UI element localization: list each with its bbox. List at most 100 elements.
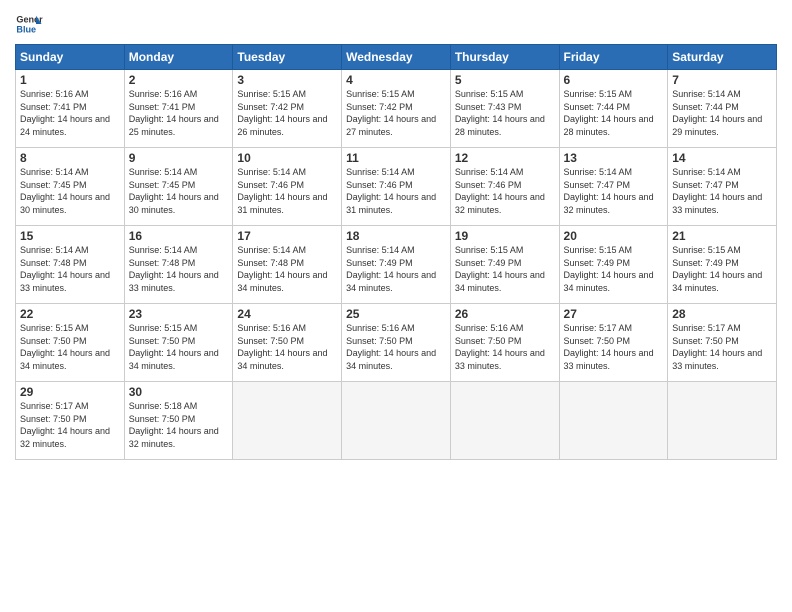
calendar-cell	[450, 382, 559, 460]
calendar-cell: 21Sunrise: 5:15 AMSunset: 7:49 PMDayligh…	[668, 226, 777, 304]
calendar-cell: 10Sunrise: 5:14 AMSunset: 7:46 PMDayligh…	[233, 148, 342, 226]
calendar-cell	[559, 382, 668, 460]
calendar-cell: 29Sunrise: 5:17 AMSunset: 7:50 PMDayligh…	[16, 382, 125, 460]
calendar-cell: 26Sunrise: 5:16 AMSunset: 7:50 PMDayligh…	[450, 304, 559, 382]
day-info: Sunrise: 5:15 AMSunset: 7:50 PMDaylight:…	[20, 322, 120, 372]
calendar-week-4: 22Sunrise: 5:15 AMSunset: 7:50 PMDayligh…	[16, 304, 777, 382]
calendar-week-3: 15Sunrise: 5:14 AMSunset: 7:48 PMDayligh…	[16, 226, 777, 304]
day-number: 17	[237, 229, 337, 243]
day-info: Sunrise: 5:17 AMSunset: 7:50 PMDaylight:…	[564, 322, 664, 372]
calendar-cell: 22Sunrise: 5:15 AMSunset: 7:50 PMDayligh…	[16, 304, 125, 382]
calendar-cell: 7Sunrise: 5:14 AMSunset: 7:44 PMDaylight…	[668, 70, 777, 148]
day-info: Sunrise: 5:15 AMSunset: 7:50 PMDaylight:…	[129, 322, 229, 372]
calendar-cell	[233, 382, 342, 460]
day-info: Sunrise: 5:15 AMSunset: 7:49 PMDaylight:…	[672, 244, 772, 294]
day-number: 1	[20, 73, 120, 87]
calendar-cell: 8Sunrise: 5:14 AMSunset: 7:45 PMDaylight…	[16, 148, 125, 226]
calendar-cell: 1Sunrise: 5:16 AMSunset: 7:41 PMDaylight…	[16, 70, 125, 148]
calendar-cell	[342, 382, 451, 460]
calendar-cell	[668, 382, 777, 460]
calendar-cell: 2Sunrise: 5:16 AMSunset: 7:41 PMDaylight…	[124, 70, 233, 148]
calendar-cell: 23Sunrise: 5:15 AMSunset: 7:50 PMDayligh…	[124, 304, 233, 382]
calendar-week-1: 1 Sunrise: 5:16 AMSunset: 7:41 PMDaylight…	[16, 70, 777, 148]
calendar-cell: 14Sunrise: 5:14 AMSunset: 7:47 PMDayligh…	[668, 148, 777, 226]
calendar-cell: 19Sunrise: 5:15 AMSunset: 7:49 PMDayligh…	[450, 226, 559, 304]
day-info: Sunrise: 5:16 AMSunset: 7:50 PMDaylight:…	[237, 322, 337, 372]
calendar-cell: 12Sunrise: 5:14 AMSunset: 7:46 PMDayligh…	[450, 148, 559, 226]
header-row: SundayMondayTuesdayWednesdayThursdayFrid…	[16, 45, 777, 70]
svg-text:Blue: Blue	[16, 24, 36, 34]
calendar-week-5: 29Sunrise: 5:17 AMSunset: 7:50 PMDayligh…	[16, 382, 777, 460]
day-number: 30	[129, 385, 229, 399]
day-number: 13	[564, 151, 664, 165]
day-number: 14	[672, 151, 772, 165]
day-number: 11	[346, 151, 446, 165]
header-cell-sunday: Sunday	[16, 45, 125, 70]
day-info: Sunrise: 5:14 AMSunset: 7:48 PMDaylight:…	[20, 244, 120, 294]
calendar-cell: 24Sunrise: 5:16 AMSunset: 7:50 PMDayligh…	[233, 304, 342, 382]
day-info: Sunrise: 5:14 AMSunset: 7:47 PMDaylight:…	[564, 166, 664, 216]
day-info: Sunrise: 5:15 AMSunset: 7:43 PMDaylight:…	[455, 88, 555, 138]
day-info: Sunrise: 5:15 AMSunset: 7:49 PMDaylight:…	[564, 244, 664, 294]
calendar-cell: 3Sunrise: 5:15 AMSunset: 7:42 PMDaylight…	[233, 70, 342, 148]
day-number: 21	[672, 229, 772, 243]
day-number: 20	[564, 229, 664, 243]
day-info: Sunrise: 5:15 AMSunset: 7:44 PMDaylight:…	[564, 88, 664, 138]
day-number: 9	[129, 151, 229, 165]
day-number: 19	[455, 229, 555, 243]
day-info: Sunrise: 5:14 AMSunset: 7:45 PMDaylight:…	[129, 166, 229, 216]
day-info: Sunrise: 5:14 AMSunset: 7:48 PMDaylight:…	[129, 244, 229, 294]
calendar-cell: 28Sunrise: 5:17 AMSunset: 7:50 PMDayligh…	[668, 304, 777, 382]
calendar-cell: 16Sunrise: 5:14 AMSunset: 7:48 PMDayligh…	[124, 226, 233, 304]
calendar-cell: 25Sunrise: 5:16 AMSunset: 7:50 PMDayligh…	[342, 304, 451, 382]
day-number: 12	[455, 151, 555, 165]
day-info: Sunrise: 5:14 AMSunset: 7:45 PMDaylight:…	[20, 166, 120, 216]
calendar-cell: 30Sunrise: 5:18 AMSunset: 7:50 PMDayligh…	[124, 382, 233, 460]
day-info: Sunrise: 5:14 AMSunset: 7:47 PMDaylight:…	[672, 166, 772, 216]
calendar-cell: 20Sunrise: 5:15 AMSunset: 7:49 PMDayligh…	[559, 226, 668, 304]
day-number: 4	[346, 73, 446, 87]
calendar-cell: 11Sunrise: 5:14 AMSunset: 7:46 PMDayligh…	[342, 148, 451, 226]
day-info: Sunrise: 5:16 AMSunset: 7:50 PMDaylight:…	[346, 322, 446, 372]
header: General Blue	[15, 10, 777, 38]
day-number: 16	[129, 229, 229, 243]
header-cell-tuesday: Tuesday	[233, 45, 342, 70]
header-cell-thursday: Thursday	[450, 45, 559, 70]
day-number: 7	[672, 73, 772, 87]
logo-icon: General Blue	[15, 10, 43, 38]
day-number: 3	[237, 73, 337, 87]
day-number: 6	[564, 73, 664, 87]
calendar-cell: 9Sunrise: 5:14 AMSunset: 7:45 PMDaylight…	[124, 148, 233, 226]
day-number: 5	[455, 73, 555, 87]
day-number: 18	[346, 229, 446, 243]
calendar-cell: 18Sunrise: 5:14 AMSunset: 7:49 PMDayligh…	[342, 226, 451, 304]
day-info: Sunrise: 5:17 AMSunset: 7:50 PMDaylight:…	[20, 400, 120, 450]
day-info: Sunrise: 5:16 AMSunset: 7:41 PMDaylight:…	[129, 88, 229, 138]
day-info: Sunrise: 5:15 AMSunset: 7:49 PMDaylight:…	[455, 244, 555, 294]
day-number: 15	[20, 229, 120, 243]
day-number: 27	[564, 307, 664, 321]
calendar-cell: 27Sunrise: 5:17 AMSunset: 7:50 PMDayligh…	[559, 304, 668, 382]
day-info: Sunrise: 5:14 AMSunset: 7:46 PMDaylight:…	[455, 166, 555, 216]
day-number: 24	[237, 307, 337, 321]
day-info: Sunrise: 5:14 AMSunset: 7:44 PMDaylight:…	[672, 88, 772, 138]
day-number: 23	[129, 307, 229, 321]
day-number: 8	[20, 151, 120, 165]
header-cell-friday: Friday	[559, 45, 668, 70]
calendar-cell: 15Sunrise: 5:14 AMSunset: 7:48 PMDayligh…	[16, 226, 125, 304]
day-number: 10	[237, 151, 337, 165]
calendar-week-2: 8Sunrise: 5:14 AMSunset: 7:45 PMDaylight…	[16, 148, 777, 226]
day-info: Sunrise: 5:15 AMSunset: 7:42 PMDaylight:…	[237, 88, 337, 138]
day-info: Sunrise: 5:14 AMSunset: 7:46 PMDaylight:…	[237, 166, 337, 216]
logo: General Blue	[15, 10, 43, 38]
calendar-cell: 13Sunrise: 5:14 AMSunset: 7:47 PMDayligh…	[559, 148, 668, 226]
day-number: 2	[129, 73, 229, 87]
day-info: Sunrise: 5:15 AMSunset: 7:42 PMDaylight:…	[346, 88, 446, 138]
day-info: Sunrise: 5:18 AMSunset: 7:50 PMDaylight:…	[129, 400, 229, 450]
day-info: Sunrise: 5:14 AMSunset: 7:49 PMDaylight:…	[346, 244, 446, 294]
header-cell-wednesday: Wednesday	[342, 45, 451, 70]
header-cell-monday: Monday	[124, 45, 233, 70]
day-number: 25	[346, 307, 446, 321]
calendar-cell: 6Sunrise: 5:15 AMSunset: 7:44 PMDaylight…	[559, 70, 668, 148]
calendar-cell: 4Sunrise: 5:15 AMSunset: 7:42 PMDaylight…	[342, 70, 451, 148]
